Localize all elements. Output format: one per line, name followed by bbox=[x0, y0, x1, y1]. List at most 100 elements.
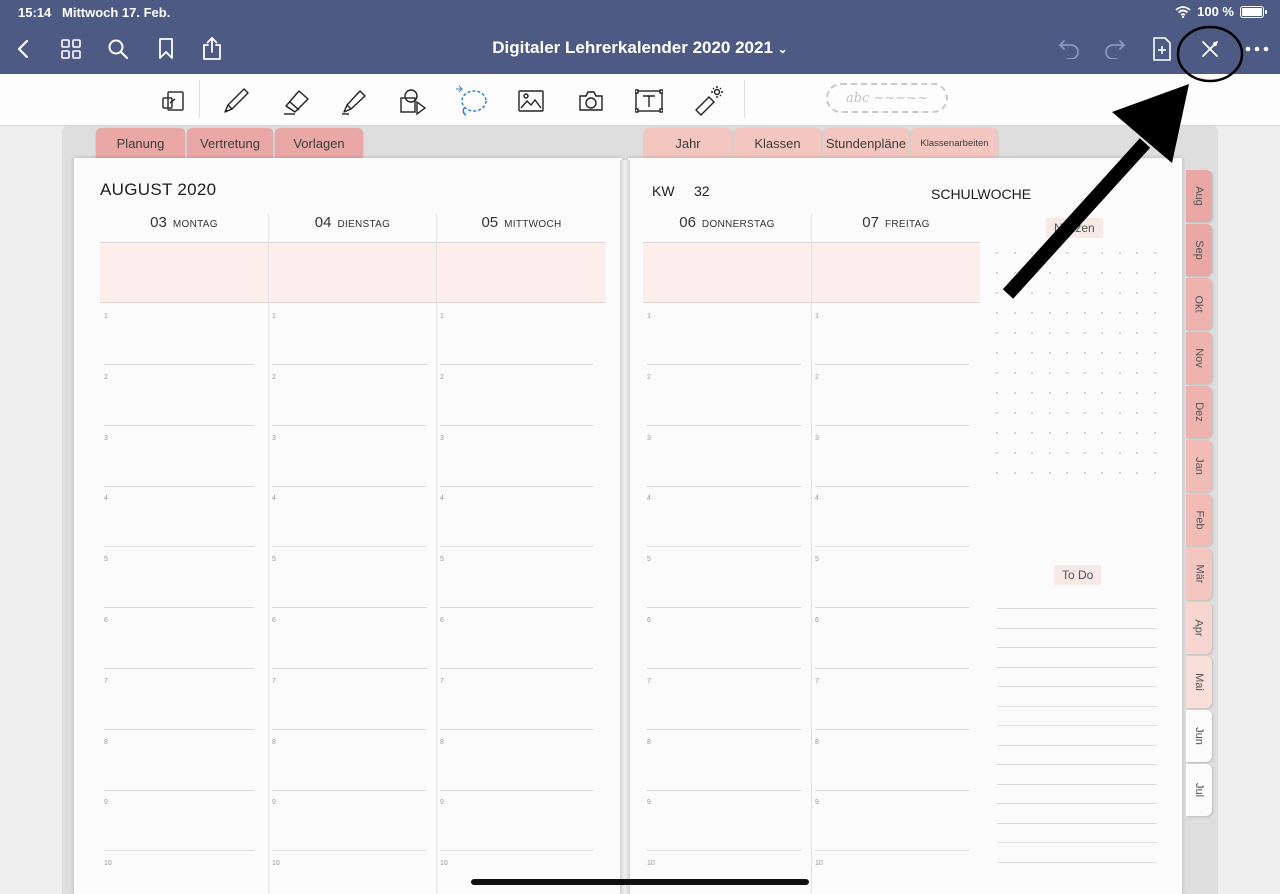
thumbnail-grid-icon[interactable] bbox=[56, 34, 86, 64]
grid-dot bbox=[1101, 272, 1103, 274]
grid-dot bbox=[1013, 332, 1016, 334]
slot-number: 3 bbox=[272, 434, 276, 442]
bookmark-icon[interactable] bbox=[151, 34, 181, 64]
grid-dot bbox=[1031, 432, 1033, 434]
share-icon[interactable] bbox=[197, 34, 227, 64]
slot-line bbox=[647, 485, 801, 487]
more-icon[interactable] bbox=[1242, 34, 1272, 64]
slot-number: 1 bbox=[440, 313, 444, 320]
add-page-icon[interactable] bbox=[1147, 34, 1177, 64]
slot-number: 1 bbox=[647, 313, 651, 320]
lasso-icon[interactable] bbox=[454, 84, 490, 118]
month-tab-nov[interactable]: Nov bbox=[1186, 332, 1212, 384]
slot-line bbox=[272, 607, 427, 609]
image-icon[interactable] bbox=[513, 84, 549, 118]
slot-line bbox=[647, 546, 801, 548]
grid-dot bbox=[1118, 452, 1121, 454]
slot-number: 7 bbox=[272, 677, 276, 685]
month-tab-jan[interactable]: Jan bbox=[1186, 440, 1212, 492]
day-name: MITTWOCH bbox=[504, 219, 562, 230]
grid-dot bbox=[1101, 432, 1103, 434]
month-tab-mai[interactable]: Mai bbox=[1186, 656, 1212, 708]
grid-dot bbox=[1083, 332, 1086, 334]
status-time: 15:14 bbox=[18, 5, 52, 20]
todo-line bbox=[997, 822, 1157, 824]
tab-klassen[interactable]: Klassen bbox=[734, 128, 821, 158]
grid-dot bbox=[1118, 292, 1121, 294]
title-chevron-icon[interactable]: ⌄ bbox=[778, 42, 788, 56]
day-number: 04 bbox=[314, 214, 332, 231]
all-day-row[interactable] bbox=[100, 243, 606, 303]
back-chevron-icon[interactable] bbox=[8, 34, 38, 64]
tab-jahr[interactable]: Jahr bbox=[644, 128, 732, 158]
month-tab-apr[interactable]: Apr bbox=[1186, 602, 1212, 654]
grid-dot bbox=[1031, 272, 1033, 274]
toolbar-divider bbox=[744, 80, 745, 118]
grid-dot bbox=[1136, 472, 1138, 474]
tab-vertretung[interactable]: Vertretung bbox=[187, 128, 273, 158]
grid-dot bbox=[1153, 332, 1156, 334]
month-tab-dez[interactable]: Dez bbox=[1186, 386, 1212, 438]
camera-icon[interactable] bbox=[573, 84, 609, 118]
tab-planung[interactable]: Planung bbox=[96, 128, 185, 158]
month-tab-maer[interactable]: Mär bbox=[1186, 548, 1212, 600]
grid-dot bbox=[1066, 392, 1068, 394]
month-title: AUGUST 2020 bbox=[100, 180, 217, 199]
grid-dot bbox=[1066, 432, 1068, 434]
text-icon[interactable] bbox=[631, 84, 667, 118]
month-tab-jun[interactable]: Jun bbox=[1186, 710, 1212, 762]
slot-line bbox=[815, 424, 969, 426]
eraser-icon[interactable] bbox=[278, 84, 314, 118]
grid-dot bbox=[1153, 392, 1156, 394]
month-tab-aug[interactable]: Aug bbox=[1186, 170, 1212, 222]
zoom-window-icon[interactable] bbox=[155, 84, 191, 118]
grid-dot bbox=[1136, 352, 1138, 354]
redo-icon[interactable] bbox=[1100, 34, 1130, 64]
month-tab-feb[interactable]: Feb bbox=[1186, 494, 1212, 546]
tab-stundenplaene[interactable]: Stundenpläne bbox=[823, 128, 909, 158]
month-tab-sep[interactable]: Sep bbox=[1186, 224, 1212, 276]
search-icon[interactable] bbox=[103, 34, 133, 64]
lasso-hint-pill[interactable]: abc ~~~~~ bbox=[826, 83, 948, 113]
slot-number: 8 bbox=[104, 738, 108, 746]
week-type: SCHULWOCHE bbox=[931, 186, 1032, 202]
grid-dot bbox=[1153, 432, 1156, 434]
grid-dot bbox=[1136, 312, 1138, 314]
month-tab-okt[interactable]: Okt bbox=[1186, 278, 1212, 330]
slot-line bbox=[647, 668, 801, 669]
shapes-icon[interactable] bbox=[394, 84, 430, 118]
slot-number: 9 bbox=[440, 799, 444, 807]
grid-dot bbox=[1013, 372, 1016, 374]
tab-vorlagen[interactable]: Vorlagen bbox=[275, 128, 363, 158]
grid-dot bbox=[1136, 292, 1138, 294]
slot-number: 9 bbox=[815, 799, 819, 807]
slot-line bbox=[647, 728, 801, 730]
grid-dot bbox=[1048, 452, 1051, 454]
home-indicator[interactable] bbox=[471, 879, 809, 885]
grid-dot bbox=[996, 332, 998, 334]
grid-dot bbox=[1101, 392, 1103, 394]
laser-pointer-icon[interactable] bbox=[690, 84, 726, 118]
slot-number: 6 bbox=[104, 617, 108, 624]
grid-dot bbox=[1101, 472, 1103, 474]
slot-number: 4 bbox=[104, 495, 108, 503]
highlighter-icon[interactable] bbox=[336, 84, 372, 118]
grid-dot bbox=[1136, 412, 1138, 414]
slot-number: 3 bbox=[647, 434, 651, 442]
navigation-bar: 15:14 Mittwoch 17. Feb. 100 % Digitaler … bbox=[0, 0, 1280, 74]
pen-icon[interactable] bbox=[218, 84, 254, 118]
slot-line bbox=[272, 668, 427, 669]
slot-line bbox=[104, 850, 254, 852]
undo-icon[interactable] bbox=[1054, 34, 1084, 64]
grid-dot bbox=[1013, 452, 1016, 454]
close-toolbar-icon[interactable] bbox=[1195, 34, 1225, 64]
grid-dot bbox=[1153, 472, 1156, 474]
slot-number: 1 bbox=[272, 313, 276, 320]
document-title[interactable]: Digitaler Lehrerkalender 2020 2021 bbox=[492, 38, 773, 57]
tab-klassenarbeiten[interactable]: Klassenarbeiten bbox=[911, 128, 998, 158]
month-tab-jul[interactable]: Jul bbox=[1186, 764, 1212, 816]
slot-line bbox=[815, 850, 969, 852]
day-header-wednesday: 05 MITTWOCH bbox=[437, 214, 606, 242]
slot-line bbox=[440, 789, 593, 791]
grid-dot bbox=[1083, 272, 1086, 274]
